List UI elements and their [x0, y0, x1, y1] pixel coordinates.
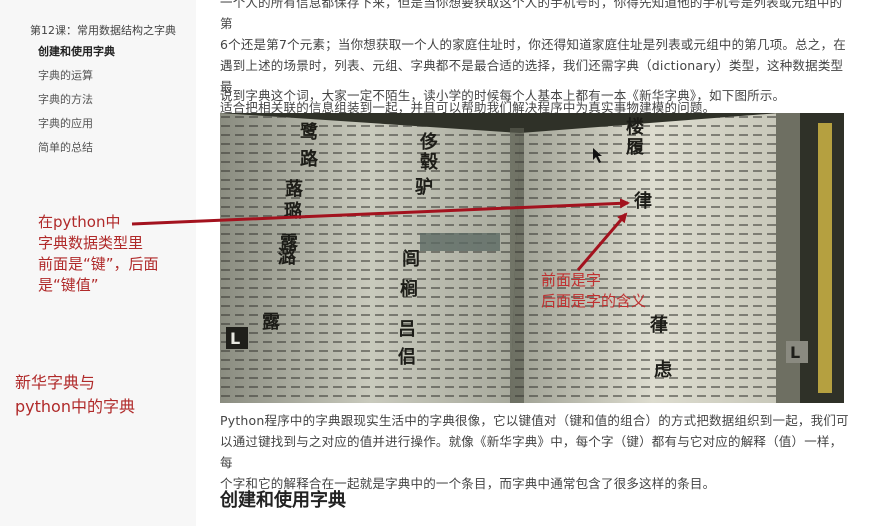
- annotation-line: 前面是“键”，后面: [38, 255, 159, 273]
- headword: 侈: [419, 131, 438, 153]
- text-line: 以通过键找到与之对应的值并进行操作。就像《新华字典》中，每个字（键）都有与它对应…: [220, 434, 843, 470]
- annotation-line: 前面是字: [541, 271, 602, 289]
- text-line: Python程序中的字典跟现实生活中的字典很像，它以键值对（键和值的组合）的方式…: [220, 413, 849, 428]
- toc-item-summary[interactable]: 简单的总结: [38, 140, 115, 164]
- headword: 闾: [402, 248, 420, 270]
- text-line: 6个还是第7个元素；当你想获取一个人的家庭住址时，你还得知道家庭住址是列表或元组…: [220, 37, 846, 52]
- headword: 榈: [400, 278, 418, 300]
- toc-item-create-use[interactable]: 创建和使用字典: [38, 44, 115, 68]
- annotation-line: python中的字典: [15, 397, 135, 416]
- headword: 履: [626, 137, 645, 158]
- paragraph-python-dict: Python程序中的字典跟现实生活中的字典很像，它以键值对（键和值的组合）的方式…: [220, 410, 852, 494]
- annotation-line: 字典数据类型里: [38, 234, 144, 252]
- headword: 潞: [278, 246, 297, 268]
- toc-item-operations[interactable]: 字典的运算: [38, 68, 115, 92]
- annotation-line: 新华字典与: [15, 373, 96, 392]
- headword: 葎: [649, 315, 668, 336]
- headword: 鹭: [300, 121, 319, 143]
- annotation-line: 在python中: [38, 213, 121, 231]
- toc-item-methods[interactable]: 字典的方法: [38, 92, 115, 116]
- toc-item-applications[interactable]: 字典的应用: [38, 116, 115, 140]
- toc-list: 创建和使用字典 字典的运算 字典的方法 字典的应用 简单的总结: [38, 44, 115, 164]
- annotation-line: 是“键值”: [38, 276, 99, 294]
- dictionary-photo: L L 鹭 路 蕗 璐 露 潞 露 侈 毂 驴 闾 榈 吕 侣 楼 履 律 葎 …: [220, 113, 844, 403]
- headword: 驴: [415, 176, 433, 198]
- headword: 侣: [398, 346, 416, 368]
- lesson-title[interactable]: 第12课：常用数据结构之字典: [30, 22, 176, 38]
- headword: 楼: [626, 116, 644, 138]
- paragraph-dictionary-mention: 说到字典这个词，大家一定不陌生，读小学的时候每个人基本上都有一本《新华字典》，如…: [220, 88, 786, 103]
- headword: 毂: [420, 152, 438, 173]
- headword: 露: [262, 312, 281, 333]
- text-line: 一个人的所有信息都保存下来，但是当你想要获取这个人的手机号时，你得先知道他的手机…: [220, 0, 843, 31]
- annotation-key-value: 在python中 字典数据类型里 前面是“键”，后面 是“键值”: [38, 212, 198, 296]
- annotation-xinhua-python: 新华字典与 python中的字典: [15, 371, 135, 419]
- section-heading: 创建和使用字典: [220, 490, 346, 511]
- corner-letter-right: L: [790, 343, 800, 362]
- headword: 璐: [284, 200, 302, 222]
- annotation-line: 后面是字的含义: [541, 292, 647, 310]
- headword: 律: [634, 190, 652, 212]
- headword: 蕗: [285, 178, 304, 200]
- headword: 虑: [654, 360, 672, 381]
- open-dictionary-image: L L 鹭 路 蕗 璐 露 潞 露 侈 毂 驴 闾 榈 吕 侣 楼 履 律 葎 …: [220, 113, 844, 403]
- headword: 路: [300, 148, 319, 170]
- headword: 吕: [398, 319, 416, 340]
- annotation-char-meaning: 前面是字 后面是字的含义: [541, 270, 646, 312]
- corner-letter-left: L: [230, 329, 240, 348]
